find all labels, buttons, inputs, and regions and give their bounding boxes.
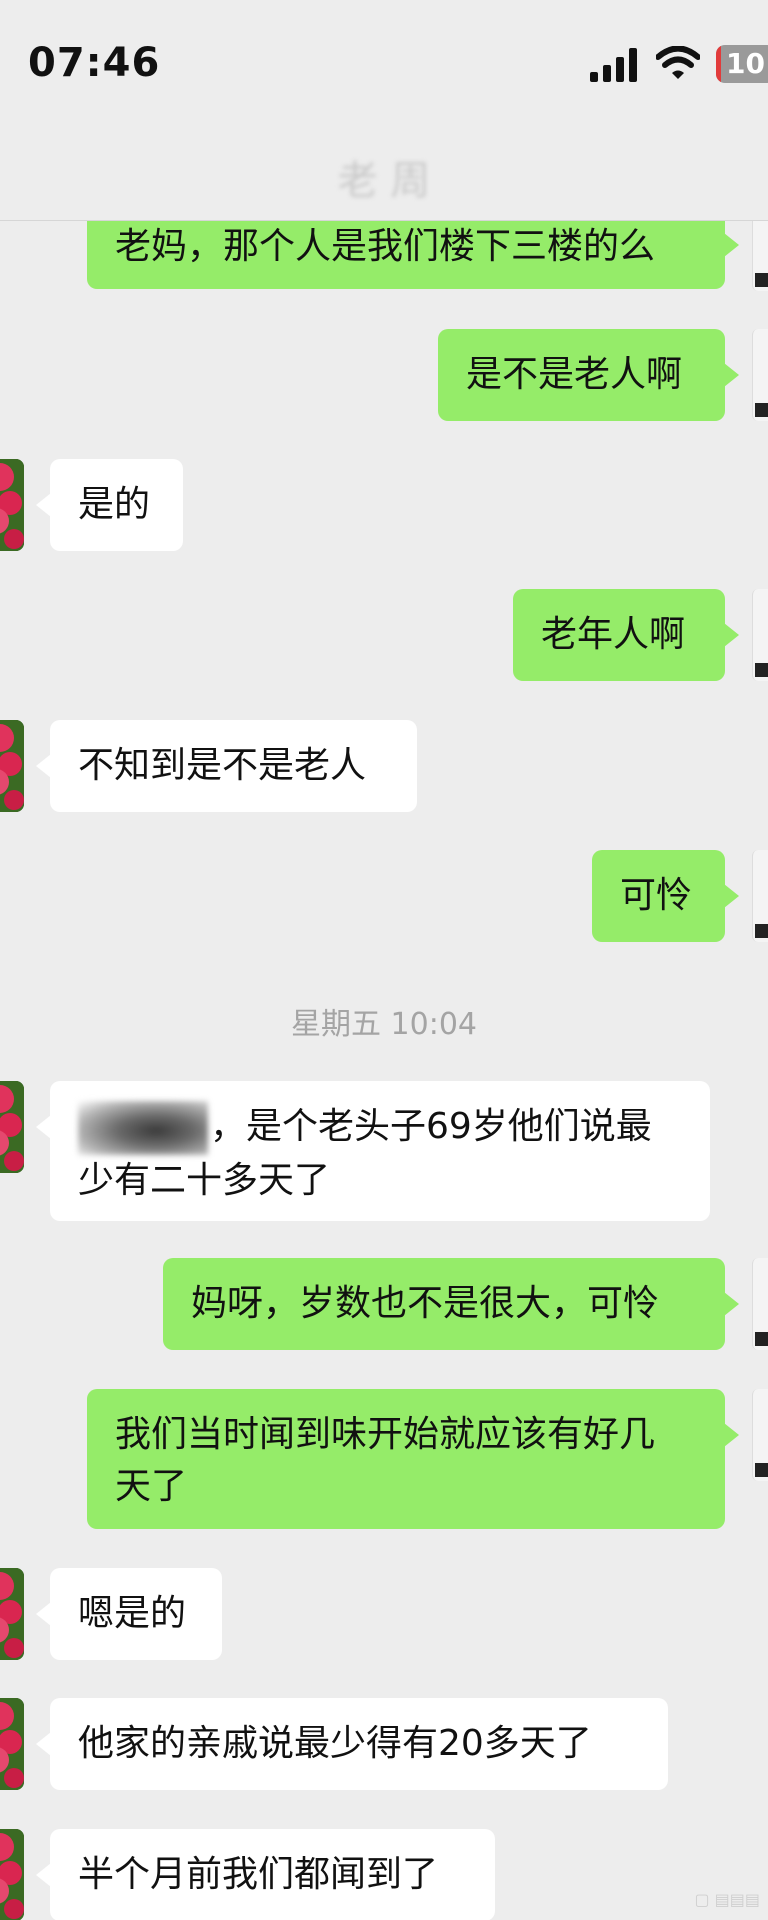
message-bubble-sent[interactable]: 可怜 [592,850,739,942]
my-avatar[interactable] [752,329,768,421]
flower-icon [0,720,24,812]
flower-icon [0,1698,24,1790]
message-bubble-sent[interactable]: 妈呀，岁数也不是很大，可怜 [163,1258,739,1350]
message-bubble-sent[interactable]: 我们当时闻到味开始就应该有好几 天了 [87,1389,739,1529]
message-text: 是的 [78,484,151,525]
message-line: 天了 [115,1466,188,1507]
flower-icon [0,459,24,551]
my-avatar[interactable] [752,850,768,942]
wifi-icon [656,46,700,79]
contact-avatar[interactable] [0,459,24,551]
message-line: ，是个老头子69岁他们说最 [78,1101,682,1155]
redacted-name [78,1101,208,1155]
battery-level: 10 [726,47,765,80]
message-bubble-received[interactable]: 半个月前我们都闻到了 [36,1829,495,1920]
contact-avatar[interactable] [0,1081,24,1173]
message-text: ，是个老头子69岁他们说最 [210,1106,652,1147]
chat-area[interactable]: 老妈，那个人是我们楼下三楼的么 是不是老人啊 是的 老年人啊 不知到是不是老人 … [0,221,768,1920]
message-text: 嗯是的 [78,1593,187,1634]
message-bubble-sent[interactable]: 老年人啊 [513,589,739,681]
message-bubble-received[interactable]: 是的 [36,459,183,551]
message-text: 他家的亲戚说最少得有20多天了 [78,1723,592,1764]
flower-icon [0,1829,24,1920]
message-line: 少有二十多天了 [78,1160,331,1201]
my-avatar[interactable] [752,221,768,291]
watermark: ▢ ▤▤▤ [694,1890,760,1909]
contact-avatar[interactable] [0,720,24,812]
status-bar: 07:46 10 [0,0,768,130]
message-bubble-sent[interactable]: 老妈，那个人是我们楼下三楼的么 [87,221,739,289]
flower-icon [0,1081,24,1173]
message-text: 老年人啊 [541,614,686,655]
message-bubble-received[interactable]: ，是个老头子69岁他们说最 少有二十多天了 [36,1081,710,1221]
message-text: 妈呀，岁数也不是很大，可怜 [191,1283,660,1324]
message-text: 是不是老人啊 [466,354,683,395]
message-bubble-received[interactable]: 他家的亲戚说最少得有20多天了 [36,1698,668,1790]
battery-icon: 10 [716,45,768,83]
message-bubble-received[interactable]: 嗯是的 [36,1568,222,1660]
my-avatar[interactable] [752,1258,768,1350]
chat-header: 老 周 [0,130,768,221]
contact-avatar[interactable] [0,1829,24,1920]
message-text: 不知到是不是老人 [78,745,367,786]
timestamp-divider: 星期五 10:04 [291,1007,477,1042]
message-bubble-received[interactable]: 不知到是不是老人 [36,720,417,812]
flower-icon [0,1568,24,1660]
contact-avatar[interactable] [0,1698,24,1790]
message-line: 我们当时闻到味开始就应该有好几 [115,1414,656,1455]
message-text: 老妈，那个人是我们楼下三楼的么 [115,226,656,267]
message-bubble-sent[interactable]: 是不是老人啊 [438,329,739,421]
my-avatar[interactable] [752,1389,768,1481]
contact-avatar[interactable] [0,1568,24,1660]
message-text: 半个月前我们都闻到了 [78,1854,439,1895]
chat-title: 老 周 [337,158,431,204]
status-time: 07:46 [28,40,161,86]
signal-icon [590,48,637,82]
my-avatar[interactable] [752,589,768,681]
message-text: 可怜 [620,875,693,916]
battery-low-indicator [716,45,721,83]
